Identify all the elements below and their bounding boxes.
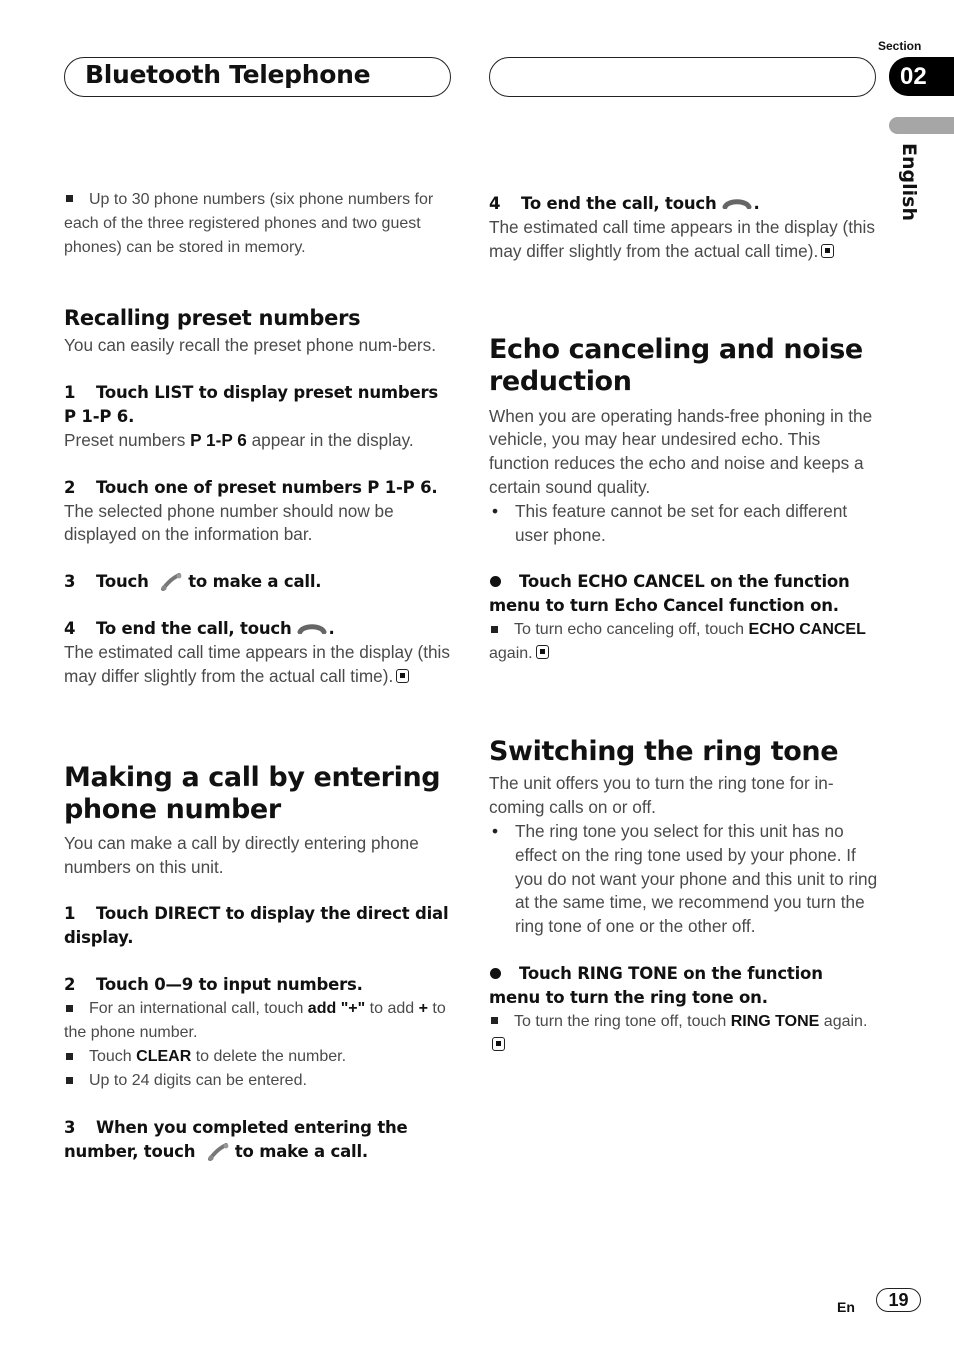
step-text: Touch RING TONE on the function menu to … — [489, 963, 823, 1007]
ring-tone-bullet: The ring tone you select for this unit h… — [489, 820, 879, 939]
end-of-section-icon — [492, 1036, 505, 1051]
footer-language-code: En — [837, 1299, 855, 1315]
making-call-heading: Making a call by entering phone number — [64, 761, 441, 825]
step-text: Touch DIRECT to display the direct dial … — [64, 904, 449, 948]
echo-intro: When you are operating hands-free phonin… — [489, 405, 873, 497]
step-text: . — [328, 619, 335, 639]
page-number: 19 — [876, 1288, 921, 1312]
square-bullet-icon — [491, 625, 498, 633]
note-text: again. — [489, 645, 533, 663]
recalling-step-4-body: The estimated call time appears in the d… — [64, 641, 454, 689]
language-tab — [889, 117, 954, 134]
making-step-2: 2 Touch 0—9 to input numbers. — [64, 973, 454, 997]
note-bold: add "+" — [307, 1000, 366, 1018]
square-bullet-icon — [66, 195, 73, 203]
step-number: 4 — [489, 194, 501, 213]
circle-bullet-icon — [490, 576, 501, 588]
recalling-intro: You can easily recall the preset phone n… — [64, 335, 436, 355]
note-bold: + — [418, 1000, 428, 1018]
body-text: appear in the display. — [246, 429, 414, 450]
step-number: 2 — [64, 975, 76, 995]
recalling-step-1: 1 Touch LIST to display preset numbers P … — [64, 381, 454, 429]
note-text: To turn the ring tone off, touch — [514, 1012, 731, 1030]
echo-bullet: This feature cannot be set for each diff… — [489, 500, 879, 548]
header-title: Bluetooth Telephone — [85, 60, 371, 89]
section-number-badge: 02 — [889, 57, 954, 96]
making-call-intro: You can make a call by directly entering… — [64, 832, 419, 877]
cont-step-4-body: The estimated call time appears in the d… — [489, 216, 879, 264]
end-of-section-icon — [396, 668, 410, 683]
making-step-1: 1 Touch DIRECT to display the direct dial… — [64, 902, 454, 950]
making-step-3: 3 When you completed entering the number,… — [64, 1116, 454, 1164]
note-text: to add — [365, 1000, 419, 1018]
echo-step: Touch ECHO CANCEL on the function menu t… — [489, 570, 879, 618]
making-note-1: For an international call, touch add "+"… — [64, 997, 454, 1045]
step-text: Touch — [96, 572, 149, 592]
step-text: To end the call, touch — [96, 619, 292, 639]
header-empty-box — [489, 57, 876, 97]
intro-note-text: Up to 30 phone numbers (six phone number… — [64, 191, 434, 256]
recalling-step-4: 4 To end the call, touch. — [64, 617, 454, 641]
note-bold: CLEAR — [136, 1048, 192, 1066]
end-of-section-icon — [821, 243, 835, 258]
phone-call-icon — [207, 1143, 229, 1162]
square-bullet-icon — [66, 1076, 73, 1084]
circle-bullet-icon — [490, 967, 501, 979]
ring-tone-step: Touch RING TONE on the function menu to … — [489, 962, 879, 1010]
body-bold: P 1-P 6 — [190, 429, 247, 450]
ring-tone-heading: Switching the ring tone — [489, 736, 839, 768]
step-text: Touch LIST to display preset numbers P 1… — [64, 382, 439, 426]
intro-note: Up to 30 phone numbers (six phone number… — [64, 188, 454, 260]
phone-end-call-icon — [297, 624, 327, 635]
right-column: 4 To end the call, touch. The estimated c… — [489, 192, 879, 1058]
recalling-step-2: 2 Touch one of preset numbers P 1-P 6. — [64, 476, 454, 500]
echo-note: To turn echo canceling off, touch ECHO C… — [489, 618, 879, 666]
step-number: 3 — [64, 1118, 76, 1138]
step-text: Touch ECHO CANCEL on the function menu t… — [489, 572, 850, 616]
recalling-heading: Recalling preset numbers — [64, 306, 361, 330]
square-bullet-icon — [491, 1017, 498, 1025]
cont-step-4: 4 To end the call, touch. — [489, 192, 879, 216]
step-text: to make a call. — [188, 572, 322, 592]
left-column: Up to 30 phone numbers (six phone number… — [64, 188, 454, 1164]
square-bullet-icon — [66, 1004, 73, 1012]
ring-tone-note: To turn the ring tone off, touch RING TO… — [489, 1010, 879, 1058]
body-text: Preset numbers — [64, 429, 191, 450]
step-number: 1 — [64, 382, 76, 402]
note-text: Up to 24 digits can be entered. — [89, 1072, 307, 1090]
section-label: Section — [878, 39, 922, 53]
note-bold: RING TONE — [730, 1012, 820, 1030]
phone-end-call-icon — [722, 199, 752, 209]
body-text: The estimated call time appears in the d… — [64, 642, 450, 686]
note-text: To turn echo canceling off, touch — [514, 621, 749, 639]
square-bullet-icon — [66, 1052, 73, 1060]
making-note-2: Touch CLEAR to delete the number. — [64, 1045, 454, 1069]
step-number: 2 — [64, 477, 76, 497]
body-text: The estimated call time appears in the d… — [489, 217, 875, 261]
phone-call-icon — [161, 573, 182, 592]
making-note-3: Up to 24 digits can be entered. — [64, 1069, 454, 1093]
recalling-step-2-body: The selected phone number should now be … — [64, 500, 394, 545]
ring-tone-intro: The unit offers you to turn the ring ton… — [489, 773, 834, 818]
note-text: Touch — [89, 1048, 137, 1066]
note-bold: ECHO CANCEL — [748, 621, 866, 639]
step-text: . — [753, 194, 760, 213]
recalling-step-1-body: Preset numbers P 1-P 6 appear in the dis… — [64, 429, 454, 453]
note-text: For an international call, touch — [89, 1000, 308, 1018]
step-text: Touch 0—9 to input numbers. — [96, 975, 363, 995]
echo-heading: Echo canceling and noise reduction — [489, 333, 863, 397]
header-title-box: Bluetooth Telephone — [64, 57, 451, 97]
recalling-step-3: 3 Touch to make a call. — [64, 570, 454, 594]
step-text: Touch one of preset numbers P 1-P 6. — [96, 477, 438, 497]
step-number: 1 — [64, 904, 76, 924]
step-text: to make a call. — [234, 1142, 368, 1162]
note-text: to delete the number. — [191, 1048, 347, 1066]
note-text: again. — [819, 1012, 868, 1030]
step-number: 3 — [64, 572, 76, 592]
step-text: To end the call, touch — [521, 194, 717, 213]
step-number: 4 — [64, 619, 76, 639]
end-of-section-icon — [535, 645, 549, 660]
language-label: English — [898, 143, 920, 221]
